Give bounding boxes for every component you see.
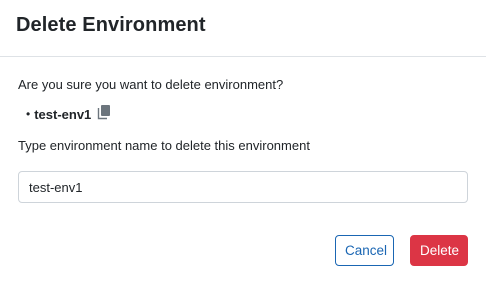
type-name-prompt: Type environment name to delete this env… [18, 138, 310, 153]
copy-icon[interactable] [97, 104, 111, 120]
environment-name-input[interactable] [18, 171, 468, 203]
confirm-message: Are you sure you want to delete environm… [18, 77, 284, 92]
dialog-title: Delete Environment [16, 14, 206, 36]
cancel-button[interactable]: Cancel [335, 235, 394, 266]
delete-environment-dialog: Delete Environment Are you sure you want… [0, 0, 486, 285]
environment-name: test-env1 [34, 106, 92, 122]
delete-button[interactable]: Delete [410, 235, 468, 266]
environment-list-item: • test-env1 [26, 104, 111, 122]
bullet: • [26, 107, 31, 121]
dialog-header: Delete Environment [0, 0, 486, 57]
